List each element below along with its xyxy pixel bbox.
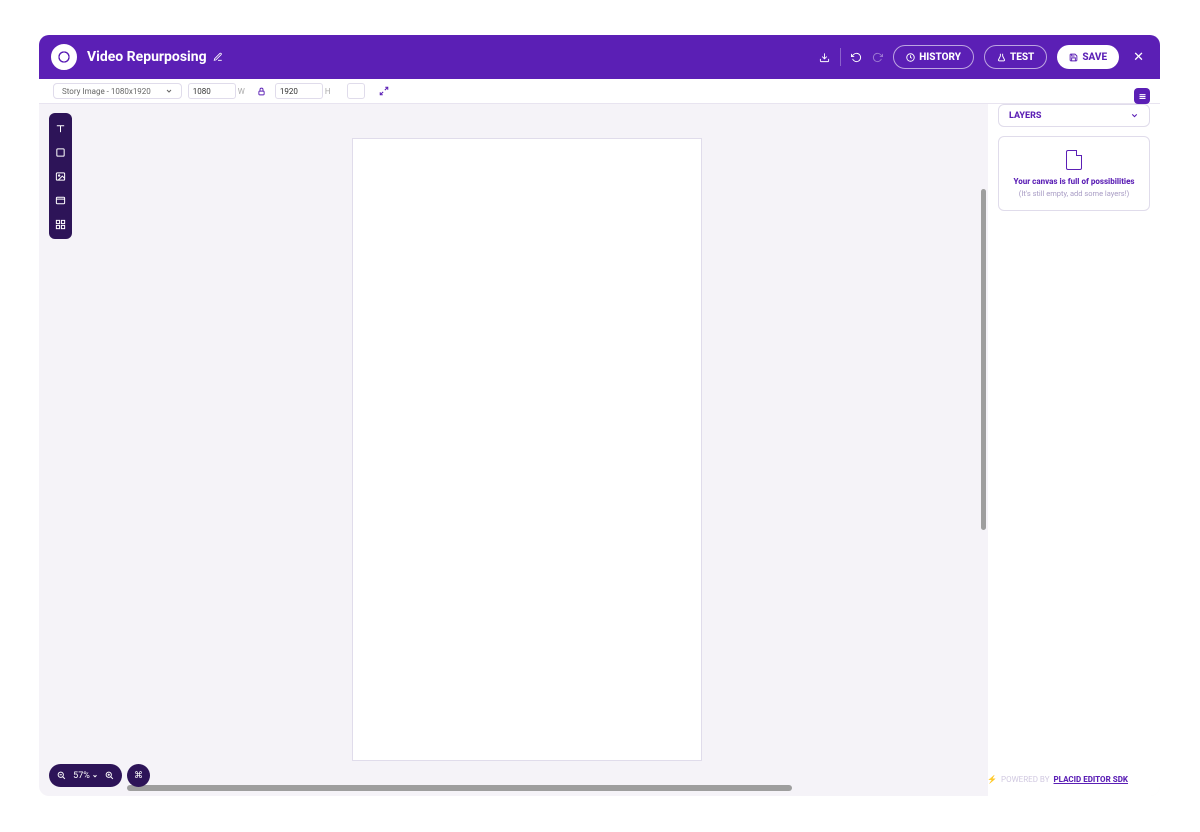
zoom-out-icon[interactable] [57,771,66,780]
history-label: HISTORY [919,52,961,63]
keyboard-shortcuts-icon[interactable]: ⌘ [127,764,150,787]
zoom-in-icon[interactable] [105,771,114,780]
zoom-value[interactable]: 57% [73,771,98,781]
layers-empty-state: Your canvas is full of possibilities (It… [998,136,1150,211]
header-actions: HISTORY TEST SAVE ✕ [819,45,1148,69]
height-label: H [325,87,331,96]
document-title: Video Repurposing [87,49,207,65]
preset-label: Story Image - 1080x1920 [62,87,151,96]
properties-bar: Story Image - 1080x1920 W H [39,79,1160,104]
canvas[interactable] [352,138,702,761]
powered-by: ⚡ POWERED BY PLACID EDITOR SDK [987,775,1128,784]
chevron-down-icon [92,773,98,779]
chevron-down-icon [165,87,173,95]
brand-link[interactable]: PLACID EDITOR SDK [1054,775,1129,784]
width-group: W [188,83,249,99]
edit-title-icon[interactable] [213,52,223,62]
layers-header[interactable]: LAYERS [998,104,1150,127]
empty-title: Your canvas is full of possibilities [1009,177,1139,187]
zoom-control: 57% [49,764,122,787]
preset-dropdown[interactable]: Story Image - 1080x1920 [53,83,182,99]
header-divider [840,48,841,66]
vertical-scrollbar[interactable] [981,189,986,530]
height-input[interactable] [275,83,323,99]
app-logo [51,44,77,70]
background-color-swatch[interactable] [347,83,365,99]
save-label: SAVE [1082,52,1107,63]
width-input[interactable] [188,83,236,99]
editor-body: LAYERS Your canvas is full of possibilit… [39,104,1160,796]
test-label: TEST [1010,52,1034,63]
width-label: W [238,87,245,96]
fit-screen-icon[interactable] [377,84,391,98]
layers-title: LAYERS [1009,111,1042,121]
close-icon[interactable]: ✕ [1129,50,1148,65]
toggle-layers-panel-icon[interactable] [1134,88,1150,104]
redo-icon[interactable] [872,52,883,63]
height-group: H [275,83,335,99]
powered-label: POWERED BY [1001,775,1049,784]
empty-file-icon [1064,149,1084,171]
canvas-viewport[interactable] [39,104,988,796]
lock-aspect-icon[interactable] [255,84,269,98]
horizontal-scrollbar[interactable] [127,785,792,791]
save-button[interactable]: SAVE [1057,45,1119,69]
empty-subtitle: (It's still empty, add some layers!) [1009,189,1139,198]
chevron-down-icon [1130,111,1139,120]
layers-panel: LAYERS Your canvas is full of possibilit… [988,104,1160,796]
app-header: Video Repurposing HISTORY TEST [39,35,1160,79]
undo-icon[interactable] [851,52,862,63]
test-button[interactable]: TEST [984,45,1047,69]
history-button[interactable]: HISTORY [893,45,974,69]
download-icon[interactable] [819,52,830,63]
editor-app: Video Repurposing HISTORY TEST [39,35,1160,796]
